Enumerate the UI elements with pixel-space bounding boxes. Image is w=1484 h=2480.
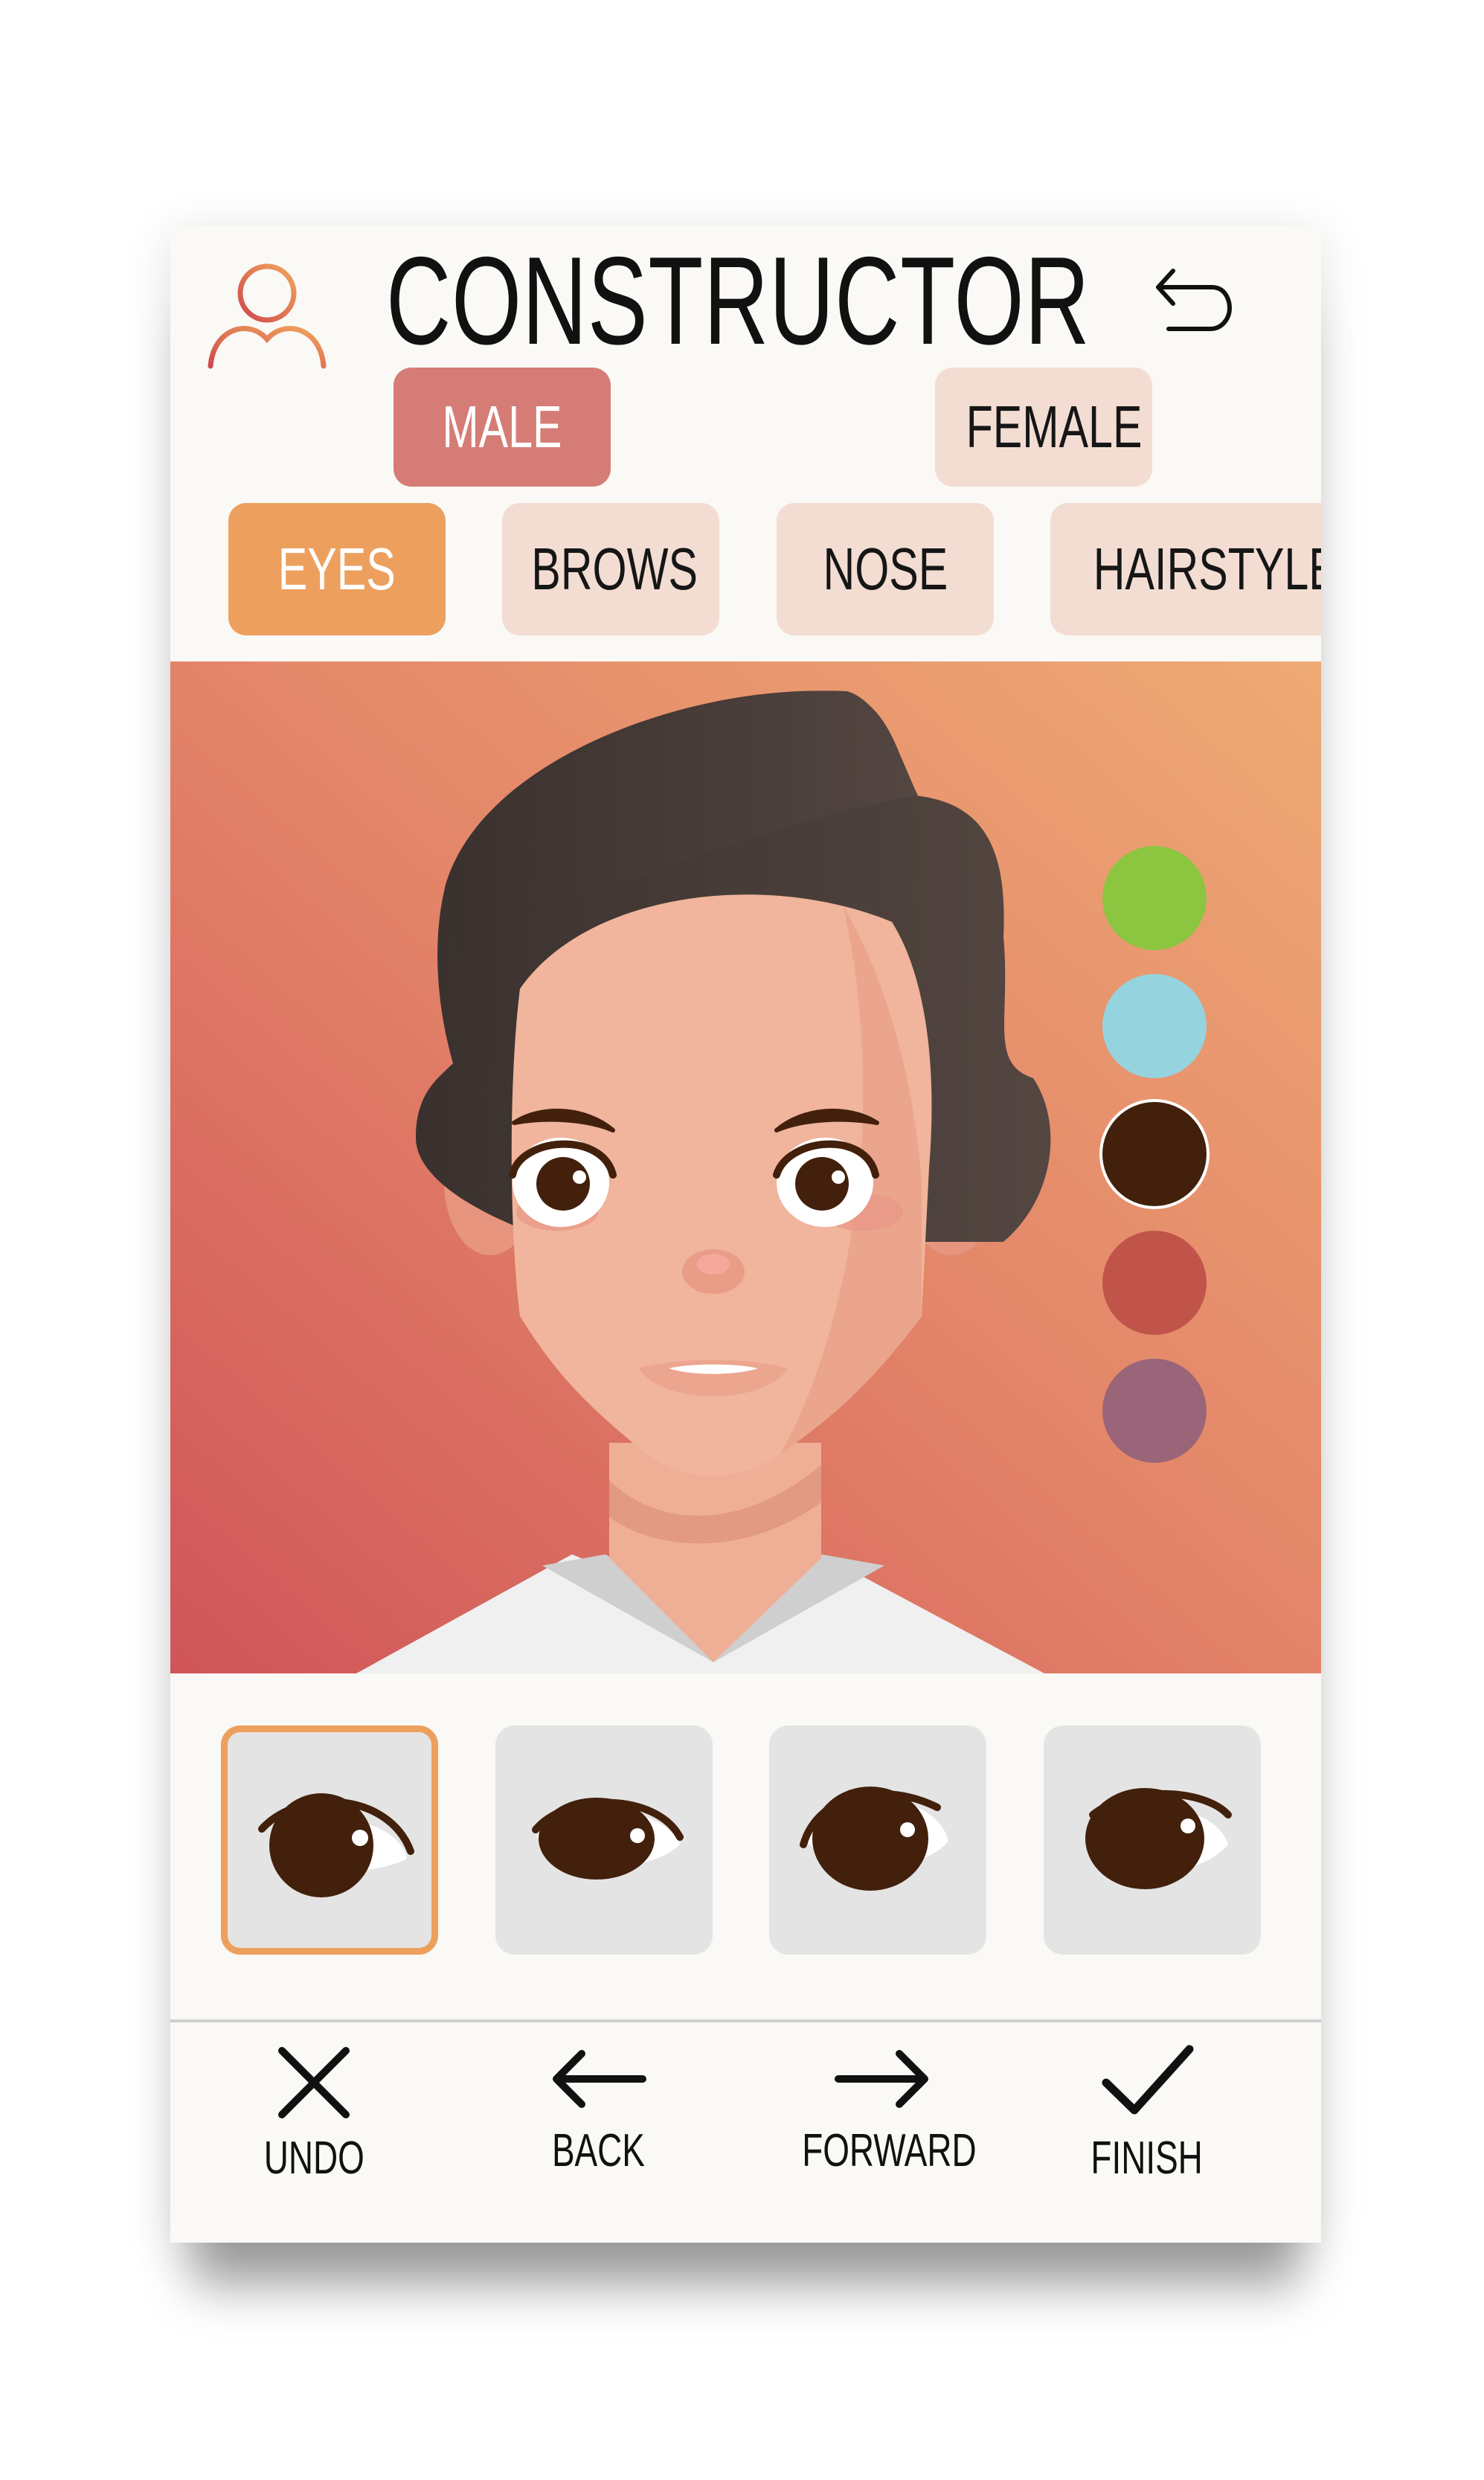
finish-label: FINISH	[1090, 2133, 1204, 2184]
arrow-right-icon	[835, 2050, 928, 2108]
tab-eyes-label: EYES	[278, 536, 396, 602]
back-button[interactable]: BACK	[486, 2042, 710, 2213]
tab-brows[interactable]: BROWS	[502, 503, 719, 635]
checkmark-icon	[1102, 2045, 1194, 2115]
tab-nose-label: NOSE	[823, 536, 948, 602]
female-toggle-label: FEMALE	[966, 394, 1143, 460]
forward-button[interactable]: FORWARD	[771, 2042, 995, 2213]
arrow-left-icon	[553, 2050, 646, 2108]
color-swatch-purple[interactable]	[1102, 1359, 1207, 1463]
finish-button[interactable]: FINISH	[1035, 2042, 1259, 2213]
female-toggle[interactable]: FEMALE	[935, 368, 1152, 487]
return-arrow-icon[interactable]	[1152, 265, 1234, 339]
tab-hairstyle-label: HAIRSTYLE	[1093, 536, 1321, 602]
color-swatch-blue[interactable]	[1102, 974, 1207, 1078]
male-toggle-label: MALE	[442, 394, 562, 460]
constructor-screen: CONSTRUCTOR MALE FEMALE EYES BROWS NOSE …	[170, 226, 1321, 2243]
close-icon	[278, 2047, 350, 2118]
undo-label: UNDO	[263, 2133, 364, 2184]
eye-option-4[interactable]	[1044, 1726, 1261, 1955]
tab-nose[interactable]: NOSE	[777, 503, 994, 635]
undo-button[interactable]: UNDO	[202, 2042, 425, 2213]
tab-eyes[interactable]: EYES	[228, 503, 446, 635]
color-swatch-green[interactable]	[1102, 846, 1207, 950]
forward-label: FORWARD	[802, 2125, 977, 2176]
color-swatch-brown[interactable]	[1102, 1102, 1207, 1206]
color-swatch-red[interactable]	[1102, 1231, 1207, 1335]
user-icon[interactable]	[205, 257, 330, 369]
eye-option-2[interactable]	[495, 1726, 713, 1955]
tab-hairstyle[interactable]: HAIRSTYLE	[1050, 503, 1321, 635]
eye-option-3[interactable]	[769, 1726, 986, 1955]
divider	[170, 2019, 1321, 2022]
back-label: BACK	[551, 2125, 645, 2176]
page-title: CONSTRUCTOR	[386, 231, 1090, 371]
eye-option-1[interactable]	[221, 1726, 438, 1955]
tab-brows-label: BROWS	[531, 536, 698, 602]
eye-options-strip	[170, 1673, 1321, 2019]
avatar-preview	[170, 661, 1321, 1673]
male-toggle[interactable]: MALE	[394, 368, 611, 487]
